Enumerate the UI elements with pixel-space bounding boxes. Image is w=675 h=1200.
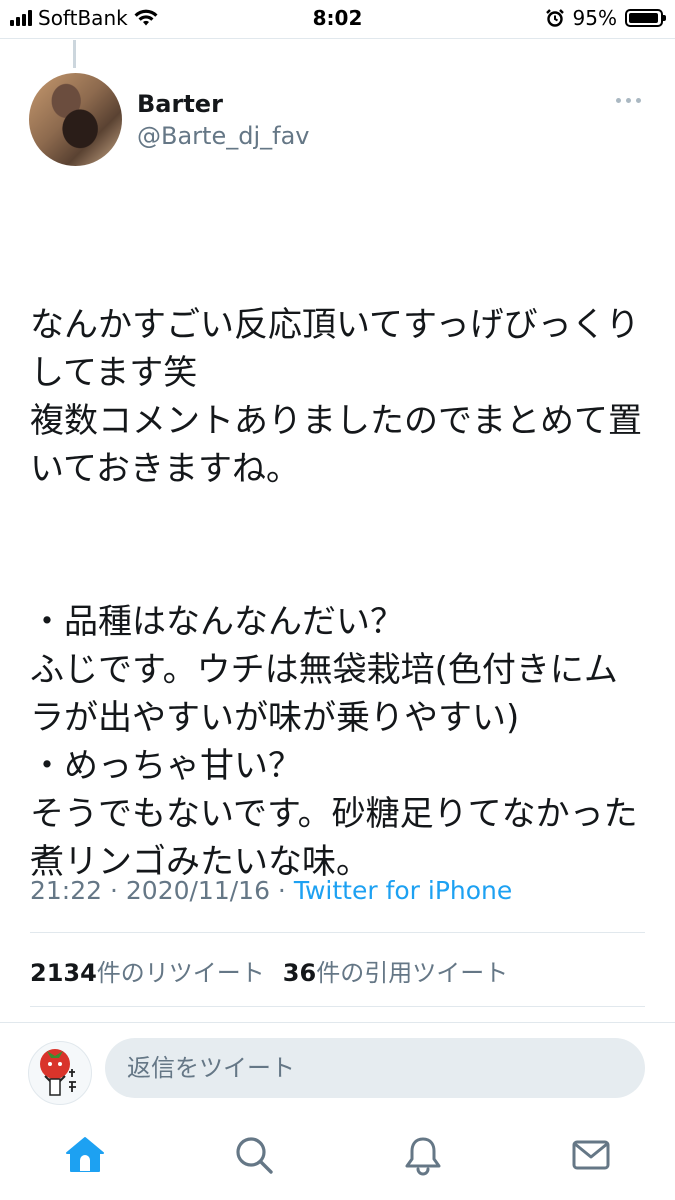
tweet-time: 21:22 xyxy=(30,876,103,905)
tab-home[interactable] xyxy=(63,1133,107,1177)
status-right: 95% xyxy=(545,6,666,30)
divider xyxy=(30,1006,645,1007)
meta-separator: · xyxy=(102,876,126,905)
reply-input[interactable] xyxy=(105,1038,645,1098)
author-name[interactable]: Barter xyxy=(137,90,223,118)
tab-notifications[interactable] xyxy=(401,1133,445,1177)
tweet-paragraph: ・品種はなんなんだい？ ふじです。ウチは無袋栽培(色付きにムラが出やすいが味が乗… xyxy=(30,602,638,882)
battery-level xyxy=(629,13,658,23)
alarm-icon xyxy=(545,9,564,27)
tab-bar xyxy=(0,1117,675,1200)
tweet-text: なんかすごい反応頂いてすっげびっくりしてます笑 複数コメントありましたのでまとめ… xyxy=(30,205,650,934)
more-options-icon[interactable] xyxy=(616,98,641,103)
tab-messages[interactable] xyxy=(569,1133,613,1177)
battery-percent: 95% xyxy=(572,6,617,30)
mail-icon xyxy=(572,1140,610,1170)
reply-bar xyxy=(0,1022,675,1118)
retweets-count: 2134 xyxy=(30,959,97,987)
tweet-client-link[interactable]: Twitter for iPhone xyxy=(294,876,512,905)
divider xyxy=(30,932,645,933)
tab-search[interactable] xyxy=(232,1133,276,1177)
tomato-avatar-icon xyxy=(40,1049,76,1096)
retweets-stat[interactable]: 2134件のリツイート xyxy=(30,959,265,987)
battery-icon xyxy=(625,9,666,27)
bell-icon xyxy=(405,1137,441,1176)
quotes-label: 件の引用ツイート xyxy=(316,959,509,987)
status-bar: SoftBank 8:02 95% xyxy=(0,0,675,39)
meta-separator: · xyxy=(269,876,294,905)
search-icon xyxy=(236,1137,273,1174)
home-icon xyxy=(66,1137,104,1172)
tweet-stats: 2134件のリツイート 36件の引用ツイート xyxy=(30,953,508,988)
quotes-stat[interactable]: 36件の引用ツイート xyxy=(283,959,508,987)
quotes-count: 36 xyxy=(282,959,317,987)
retweets-label: 件のリツイート xyxy=(96,959,265,987)
tweet-paragraph: なんかすごい反応頂いてすっげびっくりしてます笑 複数コメントありましたのでまとめ… xyxy=(30,305,642,489)
tweet-meta: 21:22 · 2020/11/16 · Twitter for iPhone xyxy=(30,876,512,905)
author-avatar[interactable] xyxy=(29,73,122,166)
thread-connector xyxy=(73,40,76,68)
author-handle[interactable]: @Barte_dj_fav xyxy=(137,122,309,150)
tweet-date: 2020/11/16 xyxy=(125,876,270,905)
my-avatar[interactable] xyxy=(28,1041,92,1105)
